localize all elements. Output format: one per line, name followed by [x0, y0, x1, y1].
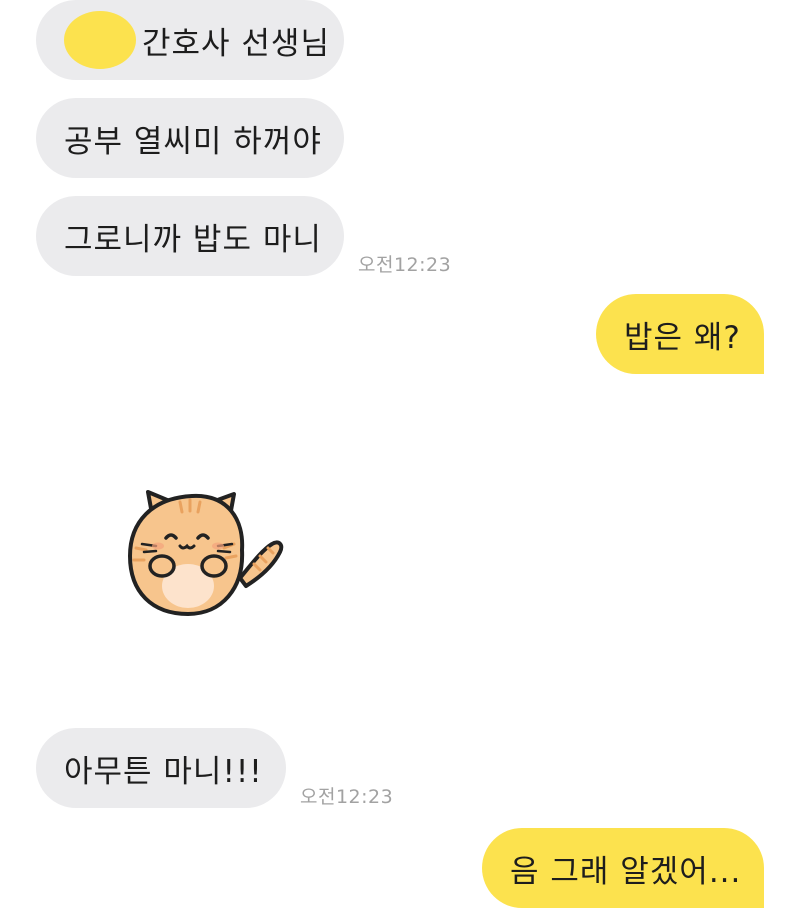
message-text: 간호사 선생님: [142, 25, 330, 62]
message-text: 아무튼 마니!!!: [64, 753, 263, 790]
message-text: 그로니까 밥도 마니: [64, 221, 322, 258]
redacted-name-mark: [64, 11, 136, 69]
incoming-message-bubble[interactable]: 그로니까 밥도 마니: [36, 196, 344, 276]
cat-sticker[interactable]: [122, 486, 286, 620]
cat-sticker-icon: [128, 490, 284, 616]
incoming-message-bubble[interactable]: 공부 열씨미 하꺼야: [36, 98, 344, 178]
outgoing-message-bubble[interactable]: 밥은 왜?: [596, 294, 764, 374]
message-text: 밥은 왜?: [624, 319, 741, 356]
message-timestamp: 오전12:23: [300, 786, 394, 808]
outgoing-message-bubble[interactable]: 음 그래 알겠어...: [482, 828, 764, 908]
message-text: 공부 열씨미 하꺼야: [64, 123, 322, 160]
message-timestamp: 오전12:23: [358, 254, 452, 276]
message-text: 음 그래 알겠어...: [510, 853, 742, 890]
incoming-message-bubble[interactable]: 아무튼 마니!!!: [36, 728, 286, 808]
incoming-message-bubble[interactable]: 간호사 선생님: [36, 0, 344, 80]
